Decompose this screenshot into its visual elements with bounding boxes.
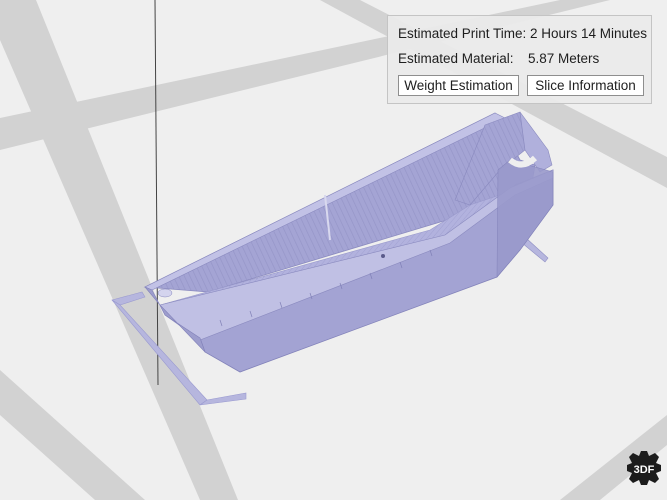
material-label: Estimated Material: [398,51,514,66]
3df-watermark-logo: 3DF [627,451,661,485]
print-info-panel: Estimated Print Time: 2 Hours 14 Minutes… [387,15,652,104]
material-value: 5.87 Meters [528,51,600,66]
print-time-row: Estimated Print Time: 2 Hours 14 Minutes [398,26,647,41]
print-time-value: 2 Hours 14 Minutes [530,26,648,41]
print-time-label: Estimated Print Time: [398,26,527,41]
weight-estimation-button[interactable]: Weight Estimation [398,75,519,96]
slice-information-button[interactable]: Slice Information [527,75,644,96]
watermark-text: 3DF [634,464,655,476]
material-row: Estimated Material: 5.87 Meters [398,51,599,66]
